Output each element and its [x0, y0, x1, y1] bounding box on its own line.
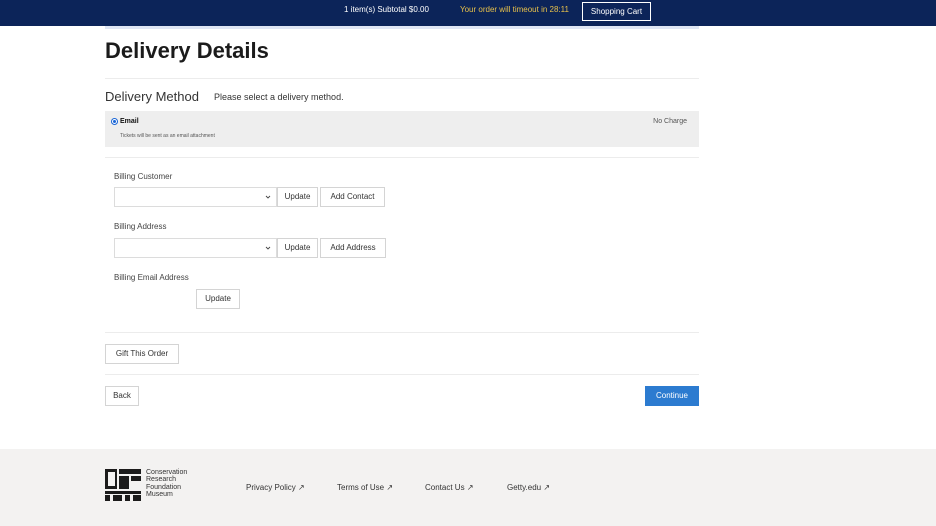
email-radio[interactable] [111, 118, 118, 125]
external-link-icon: ↗ [543, 483, 551, 492]
getty-edu-link[interactable]: Getty.edu ↗ [507, 483, 550, 492]
logo-wordmark: Conservation Research Foundation Museum [146, 469, 187, 499]
back-button[interactable]: Back [105, 386, 139, 406]
add-contact-button[interactable]: Add Contact [320, 187, 385, 207]
logo-line: Research [146, 476, 176, 484]
contact-us-link[interactable]: Contact Us ↗ [425, 483, 474, 492]
header-divider [105, 26, 699, 29]
external-link-icon: ↗ [298, 483, 305, 492]
delivery-option-price: No Charge [653, 118, 687, 125]
cart-subtotal: 1 item(s) Subtotal $0.00 [344, 5, 429, 14]
add-address-button[interactable]: Add Address [320, 238, 386, 258]
top-bar: 1 item(s) Subtotal $0.00 Your order will… [0, 0, 936, 26]
update-address-button[interactable]: Update [277, 238, 318, 258]
delivery-option-email[interactable]: Email Tickets will be sent as an email a… [105, 111, 699, 147]
logo-line: Foundation [146, 483, 182, 491]
delivery-method-title: Delivery Method [105, 89, 199, 104]
order-timeout: Your order will timeout in 28:11 [460, 5, 569, 14]
billing-email-label: Billing Email Address [114, 273, 189, 282]
footer: Conservation Research Foundation Museum … [0, 449, 936, 526]
billing-customer-label: Billing Customer [114, 172, 173, 181]
divider [105, 332, 699, 333]
external-link-icon: ↗ [466, 483, 474, 492]
billing-customer-select[interactable] [114, 187, 277, 207]
link-label: Privacy Policy [246, 483, 296, 492]
page-title: Delivery Details [105, 38, 269, 63]
chevron-down-icon [265, 195, 271, 199]
delivery-option-description: Tickets will be sent as an email attachm… [120, 133, 215, 139]
continue-button[interactable]: Continue [645, 386, 699, 406]
gift-order-button[interactable]: Gift This Order [105, 344, 179, 364]
privacy-policy-link[interactable]: Privacy Policy ↗ [246, 483, 305, 492]
chevron-down-icon [265, 246, 271, 250]
shopping-cart-button[interactable]: Shopping Cart [582, 2, 651, 21]
update-email-button[interactable]: Update [196, 289, 240, 309]
external-link-icon: ↗ [386, 483, 394, 492]
delivery-method-hint: Please select a delivery method. [214, 92, 344, 102]
link-label: Getty.edu [507, 483, 542, 492]
link-label: Contact Us [425, 483, 465, 492]
getty-logo-icon[interactable] [105, 469, 141, 501]
billing-address-label: Billing Address [114, 222, 167, 231]
logo-line: Museum [146, 491, 173, 499]
billing-address-select[interactable] [114, 238, 277, 258]
delivery-option-label: Email [120, 118, 139, 125]
divider [105, 78, 699, 79]
update-customer-button[interactable]: Update [277, 187, 318, 207]
terms-of-use-link[interactable]: Terms of Use ↗ [337, 483, 393, 492]
divider [105, 374, 699, 375]
logo-line: Conservation [146, 469, 188, 476]
link-label: Terms of Use [337, 483, 385, 492]
divider [105, 157, 699, 158]
